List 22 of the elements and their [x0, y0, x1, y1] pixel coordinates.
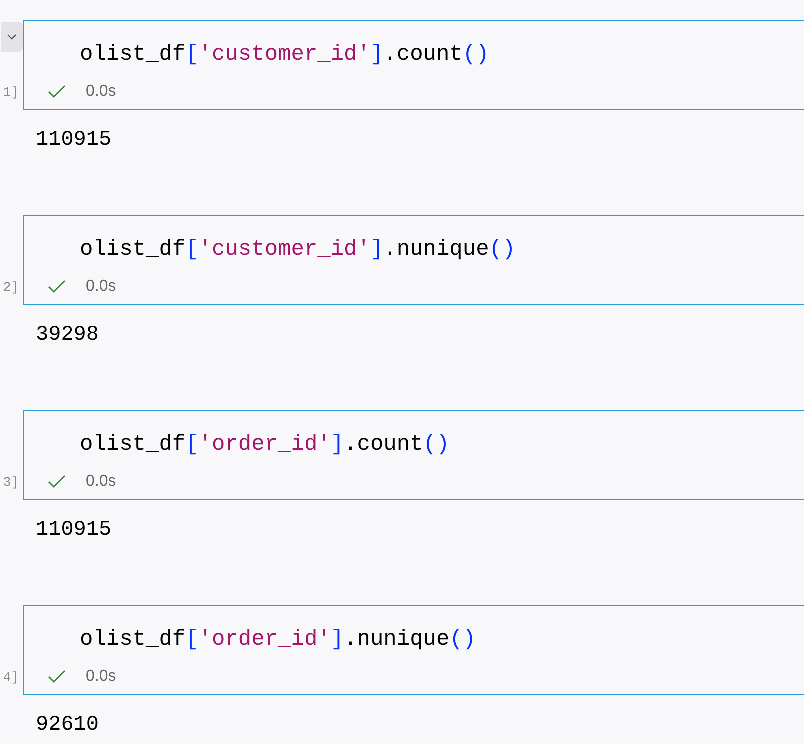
- code-cell[interactable]: olist_df['customer_id'].count() 0.0s: [23, 20, 804, 110]
- code-line: olist_df['customer_id'].count(): [80, 41, 490, 69]
- cell-output: 110915: [36, 518, 112, 544]
- collapse-button[interactable]: [1, 22, 23, 52]
- code-cell[interactable]: olist_df['customer_id'].nunique() 0.0s: [23, 215, 804, 305]
- code-line: olist_df['customer_id'].nunique(): [80, 236, 517, 264]
- cell-output: 110915: [36, 128, 112, 154]
- execution-time: 0.0s: [86, 667, 116, 687]
- execution-count: 1]: [3, 84, 20, 102]
- code-line: olist_df['order_id'].nunique(): [80, 626, 478, 654]
- cell-output: 39298: [36, 323, 100, 349]
- code-cell[interactable]: olist_df['order_id'].nunique() 0.0s: [23, 605, 804, 695]
- chevron-down-icon: [7, 34, 17, 40]
- execution-time: 0.0s: [86, 277, 116, 297]
- execution-time: 0.0s: [86, 82, 116, 102]
- code-cell[interactable]: olist_df['order_id'].count() 0.0s: [23, 410, 804, 500]
- execution-count: 2]: [3, 278, 20, 296]
- cell-output: 92610: [36, 713, 100, 739]
- execution-count: 3]: [3, 474, 20, 492]
- execution-count: 4]: [3, 668, 20, 686]
- execution-time: 0.0s: [86, 472, 116, 492]
- code-line: olist_df['order_id'].count(): [80, 431, 451, 459]
